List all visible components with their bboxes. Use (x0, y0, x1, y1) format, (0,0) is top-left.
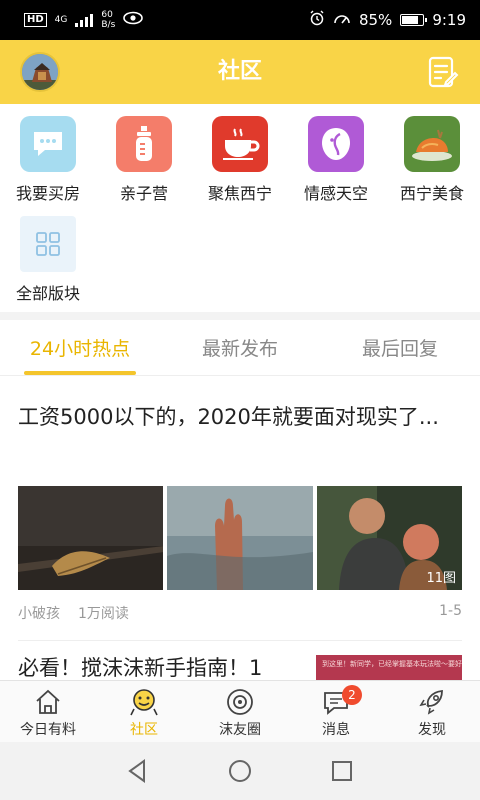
tabbar-item-today[interactable]: 今日有料 (0, 681, 96, 743)
rocket-icon (419, 690, 443, 715)
post-title[interactable]: 必看！搅沫沫新手指南！1 (18, 652, 308, 682)
clock: 9:19 (432, 11, 466, 29)
tabbar-label: 今日有料 (20, 722, 76, 738)
post-meta: 小破孩 1万阅读 1-5 (18, 603, 462, 623)
thumbnail-caption: 到这里！新同学，已经掌握基本玩法啦～要好好学起来 (322, 660, 462, 668)
post-pages: 1-5 (439, 603, 462, 619)
tabbar-item-discover[interactable]: 发现 (384, 681, 480, 743)
feed-tabs: 24小时热点 最新发布 最后回复 (0, 320, 480, 376)
post-image-hand[interactable] (167, 486, 313, 590)
hd-indicator: HD (24, 13, 47, 27)
system-nav-bar (0, 742, 480, 800)
category-label: 全部版块 (15, 284, 80, 303)
post-image-movie[interactable]: 11图 (316, 486, 462, 590)
chat-bubble-icon (20, 116, 76, 172)
message-badge: 2 (342, 685, 362, 705)
category-emotion[interactable]: 情感天空 (288, 116, 384, 204)
back-icon[interactable] (124, 757, 152, 785)
category-label: 西宁美食 (399, 184, 464, 203)
bottom-tab-bar: 今日有料 社区 沫友圈 消息 2 发现 (0, 680, 480, 742)
heart-face-icon (308, 116, 364, 172)
coffee-cup-icon (212, 116, 268, 172)
battery-icon (400, 14, 428, 26)
tabbar-item-community[interactable]: 社区 (96, 681, 192, 743)
home-icon (36, 689, 60, 714)
category-grid: 我要买房 亲子营 聚焦西宁 情感天空 西宁美食 全部版块 (0, 104, 480, 312)
eye-icon (123, 11, 144, 29)
edit-note-icon (428, 56, 459, 88)
tabbar-item-friends[interactable]: 沫友圈 (192, 681, 288, 743)
tab-24h-hot[interactable]: 24小时热点 (16, 320, 144, 376)
post-divider (18, 640, 462, 641)
alarm-icon (309, 10, 325, 30)
network-speed: 60 B/s (101, 10, 116, 30)
tab-latest[interactable]: 最新发布 (176, 320, 304, 376)
category-label: 亲子营 (119, 184, 168, 203)
tabbar-label: 社区 (130, 722, 158, 738)
post-views: 1万阅读 (78, 606, 129, 622)
image-count: 11图 (426, 571, 456, 586)
signal-icon (75, 13, 94, 27)
post-image-row[interactable]: 11图 (18, 486, 462, 590)
post-title[interactable]: 工资5000以下的，2020年就要面对现实了... (18, 398, 462, 436)
tab-indicator (24, 371, 136, 375)
network-type: 4G (54, 15, 68, 25)
post-image-leaf[interactable] (18, 486, 164, 590)
category-xining-focus[interactable]: 聚焦西宁 (192, 116, 288, 204)
home-circle-icon[interactable] (226, 757, 254, 785)
category-parenting[interactable]: 亲子营 (96, 116, 192, 204)
app-header: 社区 (0, 40, 480, 104)
category-all-sections[interactable]: 全部版块 (0, 216, 96, 304)
speedometer-icon (333, 10, 351, 30)
category-label: 情感天空 (303, 184, 368, 203)
tabbar-label: 发现 (418, 722, 446, 738)
page-title: 社区 (217, 59, 262, 84)
grid-icon (20, 216, 76, 272)
baby-bottle-icon (116, 116, 172, 172)
category-buy-house[interactable]: 我要买房 (0, 116, 96, 204)
category-label: 我要买房 (15, 184, 80, 203)
roast-food-icon (404, 116, 460, 172)
recents-icon[interactable] (328, 757, 356, 785)
tabbar-label: 沫友圈 (219, 722, 261, 738)
category-label: 聚焦西宁 (207, 184, 272, 203)
tabbar-item-messages[interactable]: 消息 (288, 681, 384, 743)
tab-last-reply[interactable]: 最后回复 (336, 320, 464, 376)
community-face-icon (130, 689, 158, 716)
section-divider (0, 312, 480, 320)
friends-circle-icon (227, 689, 253, 715)
post-author[interactable]: 小破孩 (18, 603, 60, 623)
compose-button[interactable] (424, 54, 460, 90)
tabbar-label: 消息 (322, 722, 350, 738)
status-bar: HD 4G 60 B/s 85% 9:19 (0, 0, 480, 40)
category-food[interactable]: 西宁美食 (384, 116, 480, 204)
battery-percent: 85% (358, 11, 393, 29)
